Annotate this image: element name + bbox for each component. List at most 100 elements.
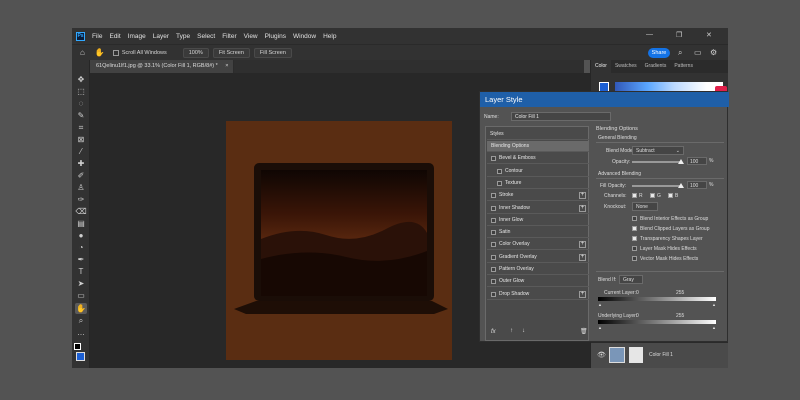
add-style-icon[interactable]: +	[579, 241, 586, 249]
close-tab-icon[interactable]: ×	[225, 63, 228, 69]
trash-icon[interactable]: 🗑	[580, 328, 588, 335]
menu-window[interactable]: Window	[293, 33, 316, 40]
channel-r-checkbox[interactable]	[632, 193, 637, 198]
style-checkbox[interactable]	[491, 205, 496, 211]
menu-layer[interactable]: Layer	[153, 33, 169, 40]
visibility-eye-icon[interactable]: 👁	[597, 351, 606, 359]
style-item-inner-shadow[interactable]: Inner Shadow +	[487, 203, 589, 214]
foreground-color-swatch[interactable]	[74, 343, 81, 350]
path-selection-tool-icon[interactable]: ➤	[75, 278, 87, 289]
fill-screen-button[interactable]: Fill Screen	[253, 47, 292, 58]
style-checkbox[interactable]	[491, 291, 496, 297]
style-item-inner-glow[interactable]: Inner Glow	[487, 215, 589, 226]
crop-tool-icon[interactable]: ⌗	[75, 122, 87, 133]
tab-patterns[interactable]: Patterns	[670, 60, 697, 73]
photoshop-logo-icon[interactable]: Ps	[76, 31, 85, 41]
style-checkbox[interactable]	[491, 254, 496, 260]
fill-opacity-slider[interactable]	[632, 185, 682, 187]
advanced-option-checkbox[interactable]	[632, 216, 637, 221]
tab-swatches[interactable]: Swatches	[611, 60, 641, 73]
underlying-layer-gradient[interactable]	[598, 320, 716, 324]
share-button[interactable]: Share	[648, 48, 670, 58]
artboard[interactable]	[226, 121, 452, 360]
channel-b-checkbox[interactable]	[668, 193, 673, 198]
healing-brush-tool-icon[interactable]: ✚	[75, 158, 87, 169]
menu-select[interactable]: Select	[197, 33, 215, 40]
move-tool-icon[interactable]: ✥	[75, 74, 87, 85]
channel-g-checkbox[interactable]	[650, 193, 655, 198]
advanced-option-checkbox[interactable]	[632, 226, 637, 231]
clone-stamp-tool-icon[interactable]: ♙	[75, 182, 87, 193]
style-item-outer-glow[interactable]: Outer Glow	[487, 276, 589, 288]
style-checkbox[interactable]	[491, 279, 496, 285]
fx-icon[interactable]: fx	[491, 329, 496, 335]
advanced-option-checkbox[interactable]	[632, 246, 637, 251]
search-icon[interactable]: ⌕	[678, 48, 682, 58]
style-checkbox[interactable]	[491, 267, 496, 272]
dodge-tool-icon[interactable]: ◔	[75, 242, 87, 253]
menu-edit[interactable]: Edit	[109, 33, 120, 40]
pen-tool-icon[interactable]: ✒	[75, 254, 87, 265]
menu-plugins[interactable]: Plugins	[265, 33, 286, 40]
home-icon[interactable]: ⌂	[80, 48, 85, 57]
advanced-option-checkbox[interactable]	[632, 256, 637, 261]
blend-if-select[interactable]: Gray	[619, 275, 643, 284]
eraser-tool-icon[interactable]: ⌫	[75, 206, 87, 217]
brush-tool-icon[interactable]: ✐	[75, 170, 87, 181]
style-checkbox[interactable]	[497, 180, 502, 186]
layer-row[interactable]: 👁 Color Fill 1	[591, 342, 728, 368]
more-tools-icon[interactable]: …	[75, 327, 87, 338]
menu-type[interactable]: Type	[176, 33, 190, 40]
opacity-input[interactable]: 100	[687, 157, 707, 165]
style-item-pattern-overlay[interactable]: Pattern Overlay	[487, 264, 589, 275]
style-item-texture[interactable]: Texture	[487, 178, 589, 189]
menu-view[interactable]: View	[244, 33, 258, 40]
menu-help[interactable]: Help	[323, 33, 336, 40]
hand-tool-icon[interactable]: ✋	[75, 303, 87, 314]
opacity-slider[interactable]	[632, 161, 682, 163]
style-item-stroke[interactable]: Stroke +	[487, 190, 589, 202]
blur-tool-icon[interactable]: ●	[75, 230, 87, 241]
style-checkbox[interactable]	[497, 168, 502, 174]
settings-icon[interactable]: ⚙	[710, 48, 717, 57]
menu-filter[interactable]: Filter	[222, 33, 236, 40]
gradient-tool-icon[interactable]: ▤	[75, 218, 87, 229]
background-color-swatch[interactable]	[76, 352, 85, 361]
minimize-icon[interactable]: —	[646, 31, 653, 38]
zoom-100-button[interactable]: 100%	[182, 47, 209, 58]
add-style-icon[interactable]: +	[579, 204, 586, 212]
lasso-tool-icon[interactable]: ◌	[75, 98, 87, 109]
tab-gradients[interactable]: Gradients	[641, 60, 671, 73]
current-high-slider-icon[interactable]: ▲	[712, 302, 716, 307]
frame-tool-icon[interactable]: ⊠	[75, 134, 87, 145]
underlying-low-slider-icon[interactable]: ▲	[598, 325, 602, 330]
style-item-blending-options[interactable]: Blending Options	[487, 141, 589, 152]
style-item-drop-shadow[interactable]: Drop Shadow +	[487, 289, 589, 300]
eyedropper-tool-icon[interactable]: ⁄	[75, 146, 87, 157]
rectangle-tool-icon[interactable]: ▭	[75, 290, 87, 301]
add-style-icon[interactable]: +	[579, 290, 586, 298]
style-checkbox[interactable]	[491, 230, 496, 236]
move-up-icon[interactable]: ↑	[510, 328, 513, 334]
underlying-high-slider-icon[interactable]: ▲	[712, 325, 716, 330]
add-style-icon[interactable]: +	[579, 192, 586, 200]
history-brush-tool-icon[interactable]: ✑	[75, 194, 87, 205]
style-checkbox[interactable]	[491, 242, 496, 248]
fit-screen-button[interactable]: Fit Screen	[212, 47, 250, 58]
menu-image[interactable]: Image	[128, 33, 146, 40]
style-item-color-overlay[interactable]: Color Overlay +	[487, 239, 589, 251]
workspace-icon[interactable]: ▭	[694, 48, 702, 57]
type-tool-icon[interactable]: T	[75, 266, 87, 277]
style-checkbox[interactable]	[491, 156, 496, 162]
opacity-slider-thumb[interactable]	[678, 159, 684, 164]
current-low-slider-icon[interactable]: ▲	[598, 302, 602, 307]
tab-color[interactable]: Color	[591, 60, 611, 73]
zoom-tool-icon[interactable]: ⌕	[75, 315, 87, 326]
styles-header[interactable]: Styles	[487, 129, 589, 140]
name-input[interactable]: Color Fill 1	[511, 112, 611, 121]
scroll-all-windows-checkbox[interactable]	[112, 49, 119, 56]
quick-select-tool-icon[interactable]: ✎	[75, 110, 87, 121]
menu-file[interactable]: File	[92, 33, 102, 40]
current-layer-gradient[interactable]	[598, 297, 716, 301]
style-item-gradient-overlay[interactable]: Gradient Overlay +	[487, 252, 589, 263]
